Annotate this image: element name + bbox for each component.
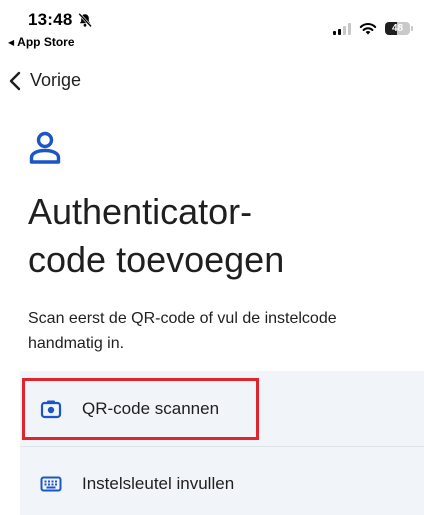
scan-qr-code-option[interactable]: QR-code scannen: [20, 371, 424, 446]
scan-qr-code-label: QR-code scannen: [82, 398, 220, 418]
bell-slash-icon: [78, 12, 93, 28]
status-indicators: 48: [333, 22, 413, 35]
battery-level: 48: [391, 23, 404, 34]
back-app-label: App Store: [17, 35, 75, 49]
person-icon: [29, 131, 61, 164]
battery-icon: 48: [385, 22, 413, 35]
back-to-app-link[interactable]: ◀ App Store: [8, 35, 75, 49]
clock-group: 13:48: [28, 10, 93, 30]
enter-setup-key-option[interactable]: Instelsleutel invullen: [20, 446, 424, 515]
page-description: Scan eerst de QR-code of vul de instelco…: [28, 310, 337, 352]
back-button-label: Vorige: [30, 70, 82, 90]
camera-icon: [40, 400, 62, 418]
status-time: 13:48: [28, 10, 73, 29]
page-title-text: Authenticator- code toevoegen: [28, 191, 285, 280]
page: 13:48 ◀ App Store 48 Vorige Authenticato…: [0, 0, 424, 515]
wifi-icon: [359, 23, 377, 35]
back-button[interactable]: Vorige: [8, 70, 81, 91]
chevron-left-icon: [9, 71, 21, 90]
page-title: Authenticator- code toevoegen: [28, 188, 418, 284]
signal-icon: [333, 22, 351, 35]
status-bar: 13:48 ◀ App Store 48: [0, 0, 424, 52]
back-triangle-icon: ◀: [8, 37, 15, 47]
keyboard-icon: [40, 476, 62, 492]
option-list: QR-code scannen Instelsleutel invullen: [20, 371, 424, 515]
enter-setup-key-label: Instelsleutel invullen: [82, 474, 235, 493]
